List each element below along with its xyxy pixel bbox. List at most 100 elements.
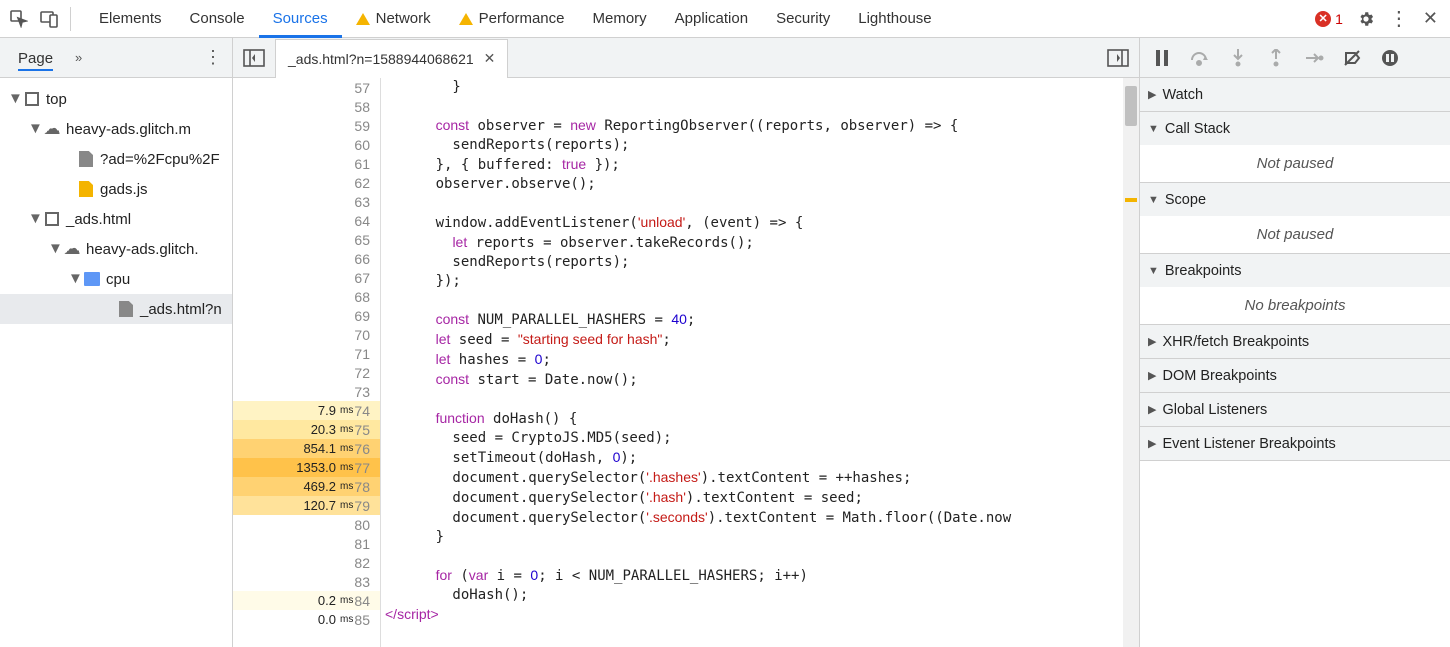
- chevron-icon: ▶: [1148, 403, 1156, 416]
- gutter-line[interactable]: 7.9ms74: [233, 401, 380, 420]
- panel-tab-memory[interactable]: Memory: [579, 0, 661, 37]
- tree-label: _ads.html?n: [140, 301, 222, 318]
- device-toggle-icon[interactable]: [34, 4, 64, 34]
- gutter-line[interactable]: 83: [233, 572, 380, 591]
- error-count[interactable]: ✕1: [1315, 11, 1343, 27]
- section-header-breakpoints[interactable]: ▼Breakpoints: [1140, 254, 1450, 287]
- navigator-overflow[interactable]: »: [75, 50, 82, 65]
- gutter-line[interactable]: 469.2ms78: [233, 477, 380, 496]
- gutter-line[interactable]: 72: [233, 363, 380, 382]
- section-header-event-listener-breakpoints[interactable]: ▶ Event Listener Breakpoints: [1140, 427, 1450, 460]
- gutter-line[interactable]: 59: [233, 116, 380, 135]
- navigator-menu-icon[interactable]: ⋮: [204, 47, 222, 68]
- gutter-line[interactable]: 82: [233, 553, 380, 572]
- tree-label: ?ad=%2Fcpu%2F: [100, 151, 220, 168]
- section-header-xhr-fetch-breakpoints[interactable]: ▶XHR/fetch Breakpoints: [1140, 325, 1450, 358]
- panel-tab-security[interactable]: Security: [762, 0, 844, 37]
- kebab-menu-icon[interactable]: ⋮: [1389, 6, 1409, 31]
- tab-label: Memory: [593, 10, 647, 27]
- caret-icon: ▼: [28, 210, 38, 227]
- step-over-icon[interactable]: [1186, 44, 1214, 72]
- tab-label: Console: [190, 10, 245, 27]
- tab-label: Application: [675, 10, 748, 27]
- chevron-icon: ▶: [1148, 335, 1156, 348]
- section-header-dom-breakpoints[interactable]: ▶DOM Breakpoints: [1140, 359, 1450, 392]
- section-header-watch[interactable]: ▶Watch: [1140, 78, 1450, 111]
- caret-icon: ▼: [28, 120, 38, 137]
- source-editor-pane: _ads.html?n=1588944068621 ✕ 575859606162…: [233, 38, 1140, 647]
- frame-icon: [44, 211, 60, 227]
- gutter-line[interactable]: 66: [233, 249, 380, 268]
- gutter-line[interactable]: 71: [233, 344, 380, 363]
- deactivate-breakpoints-icon[interactable]: [1338, 44, 1366, 72]
- gutter-line[interactable]: 73: [233, 382, 380, 401]
- tree-label: heavy-ads.glitch.m: [66, 121, 191, 138]
- settings-icon[interactable]: [1357, 10, 1375, 28]
- panel-tab-application[interactable]: Application: [661, 0, 762, 37]
- tree-item[interactable]: ?ad=%2Fcpu%2F: [0, 144, 232, 174]
- gutter-line[interactable]: 70: [233, 325, 380, 344]
- cloud-icon: ☁: [44, 121, 60, 137]
- chevron-icon: ▶: [1148, 437, 1156, 450]
- warning-icon: [356, 13, 370, 25]
- panel-tab-performance[interactable]: Performance: [445, 0, 579, 37]
- gutter-line[interactable]: 120.7ms79: [233, 496, 380, 515]
- section-label: Global Listeners: [1162, 402, 1267, 418]
- tree-label: cpu: [106, 271, 130, 288]
- panel-tab-sources[interactable]: Sources: [259, 0, 342, 37]
- panel-tab-console[interactable]: Console: [176, 0, 259, 37]
- navigator-pane: Page » ⋮ ▼top ▼ ☁ heavy-ads.glitch.m ?ad=%2F…: [0, 38, 233, 647]
- editor-scrollbar[interactable]: [1123, 78, 1139, 647]
- gutter-line[interactable]: 60: [233, 135, 380, 154]
- panel-tab-elements[interactable]: Elements: [85, 0, 176, 37]
- gutter-line[interactable]: 63: [233, 192, 380, 211]
- inspect-element-icon[interactable]: [4, 4, 34, 34]
- pause-button[interactable]: [1148, 44, 1176, 72]
- open-file-tab[interactable]: _ads.html?n=1588944068621 ✕: [275, 39, 508, 78]
- step-out-icon[interactable]: [1262, 44, 1290, 72]
- script-file-icon: [78, 181, 94, 197]
- step-into-icon[interactable]: [1224, 44, 1252, 72]
- tree-label: gads.js: [100, 181, 148, 198]
- folder-icon: [84, 271, 100, 287]
- toggle-debugger-icon[interactable]: [1105, 45, 1131, 71]
- gutter-line[interactable]: 68: [233, 287, 380, 306]
- pause-on-exceptions-icon[interactable]: [1376, 44, 1404, 72]
- section-label: Event Listener Breakpoints: [1162, 436, 1335, 452]
- gutter-line[interactable]: 57: [233, 78, 380, 97]
- gutter-line[interactable]: 0.0ms85: [233, 610, 380, 629]
- step-icon[interactable]: [1300, 44, 1328, 72]
- section-header-global-listeners[interactable]: ▶ Global Listeners: [1140, 393, 1450, 426]
- panel-tab-lighthouse[interactable]: Lighthouse: [844, 0, 945, 37]
- tree-item[interactable]: gads.js: [0, 174, 232, 204]
- gutter-line[interactable]: 69: [233, 306, 380, 325]
- navigator-tab-page[interactable]: Page: [18, 50, 53, 71]
- gutter-line[interactable]: 61: [233, 154, 380, 173]
- tree-item[interactable]: ▼☁heavy-ads.glitch.: [0, 234, 232, 264]
- gutter-line[interactable]: 1353.0ms77: [233, 458, 380, 477]
- section-header-call-stack[interactable]: ▼Call Stack: [1140, 112, 1450, 145]
- tree-item[interactable]: _ads.html?n: [0, 294, 232, 324]
- panel-tab-network[interactable]: Network: [342, 0, 445, 37]
- gutter-line[interactable]: 854.1ms76: [233, 439, 380, 458]
- code-content[interactable]: } const observer = new ReportingObserver…: [381, 78, 1139, 647]
- gutter-line[interactable]: 81: [233, 534, 380, 553]
- gutter-line[interactable]: 20.3ms75: [233, 420, 380, 439]
- gutter-line[interactable]: 67: [233, 268, 380, 287]
- tree-item[interactable]: ▼_ads.html: [0, 204, 232, 234]
- toggle-navigator-icon[interactable]: [241, 45, 267, 71]
- tab-label: Lighthouse: [858, 10, 931, 27]
- gutter-line[interactable]: 62: [233, 173, 380, 192]
- tree-item[interactable]: ▼cpu: [0, 264, 232, 294]
- tree-item[interactable]: ▼ ☁ heavy-ads.glitch.m: [0, 114, 232, 144]
- gutter-line[interactable]: 64: [233, 211, 380, 230]
- close-tab-icon[interactable]: ✕: [484, 50, 496, 67]
- gutter-line[interactable]: 65: [233, 230, 380, 249]
- gutter-line[interactable]: 0.2ms84: [233, 591, 380, 610]
- tab-label: Elements: [99, 10, 162, 27]
- gutter-line[interactable]: 80: [233, 515, 380, 534]
- tree-item[interactable]: ▼top: [0, 84, 232, 114]
- close-devtools-icon[interactable]: ✕: [1423, 8, 1438, 29]
- gutter-line[interactable]: 58: [233, 97, 380, 116]
- section-header-scope[interactable]: ▼Scope: [1140, 183, 1450, 216]
